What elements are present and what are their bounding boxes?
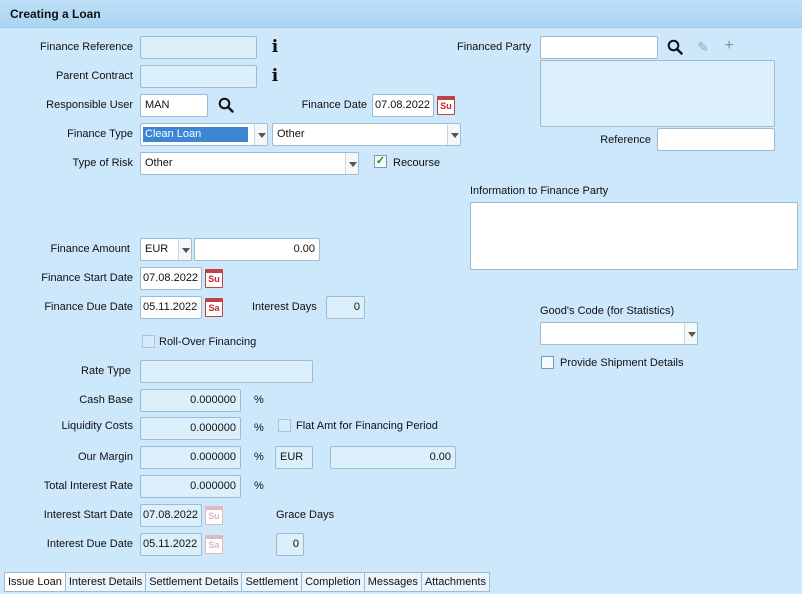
cash-base-unit: % bbox=[254, 394, 264, 406]
finance-date-label: Finance Date bbox=[301, 99, 367, 111]
finance-reference-input[interactable] bbox=[140, 36, 257, 59]
interest-due-date-label: Interest Due Date bbox=[46, 538, 133, 550]
interest-due-date-input[interactable]: 05.11.2022 bbox=[140, 533, 202, 556]
finance-due-date-input[interactable]: 05.11.2022 bbox=[140, 296, 202, 319]
finance-reference-label: Finance Reference bbox=[40, 41, 133, 53]
tab-settlement[interactable]: Settlement bbox=[242, 572, 303, 592]
total-interest-rate-input[interactable]: 0.000000 bbox=[140, 475, 241, 498]
our-margin-amount[interactable]: 0.00 bbox=[330, 446, 456, 469]
type-of-risk-select[interactable]: Other bbox=[140, 152, 359, 175]
total-interest-rate-unit: % bbox=[254, 480, 264, 492]
parent-contract-label: Parent Contract bbox=[55, 70, 133, 82]
liquidity-costs-unit: % bbox=[254, 422, 264, 434]
chevron-down-icon[interactable] bbox=[684, 323, 697, 344]
finance-currency-value: EUR bbox=[145, 243, 169, 255]
chevron-down-icon[interactable] bbox=[447, 124, 460, 145]
calendar-icon: Su bbox=[205, 506, 223, 525]
type-of-risk-value: Other bbox=[145, 157, 173, 169]
flat-amount-label: Flat Amt for Financing Period bbox=[296, 420, 438, 432]
finance-start-date-label: Finance Start Date bbox=[41, 272, 133, 284]
financed-party-address[interactable] bbox=[540, 60, 775, 127]
finance-start-date-input[interactable]: 07.08.2022 bbox=[140, 267, 202, 290]
recourse-label: Recourse bbox=[393, 157, 441, 169]
shipment-details-checkbox[interactable] bbox=[541, 356, 554, 369]
finance-type-select[interactable]: Clean Loan bbox=[140, 123, 268, 146]
pencil-icon[interactable]: ✎ bbox=[694, 37, 712, 57]
type-of-risk-label: Type of Risk bbox=[72, 157, 133, 169]
grace-days-input[interactable]: 0 bbox=[276, 533, 304, 556]
info-to-party-textarea[interactable] bbox=[470, 202, 798, 270]
tab-messages[interactable]: Messages bbox=[364, 572, 422, 592]
parent-contract-input[interactable] bbox=[140, 65, 257, 88]
finance-subtype-select[interactable]: Other bbox=[272, 123, 461, 146]
finance-type-selected-text: Clean Loan bbox=[143, 127, 248, 142]
our-margin-label: Our Margin bbox=[77, 451, 133, 463]
chevron-down-icon[interactable] bbox=[345, 153, 358, 174]
tab-interest-details[interactable]: Interest Details bbox=[65, 572, 147, 592]
roll-over-checkbox[interactable] bbox=[142, 335, 155, 348]
interest-days-input[interactable]: 0 bbox=[326, 296, 365, 319]
rate-type-label: Rate Type bbox=[81, 365, 131, 377]
shipment-details-label: Provide Shipment Details bbox=[560, 357, 684, 369]
total-interest-rate-label: Total Interest Rate bbox=[43, 480, 133, 492]
interest-start-date-input[interactable]: 07.08.2022 bbox=[140, 504, 202, 527]
finance-currency-select[interactable]: EUR bbox=[140, 238, 192, 261]
calendar-icon[interactable]: Su bbox=[437, 96, 455, 115]
roll-over-label: Roll-Over Financing bbox=[159, 336, 257, 348]
window-title: Creating a Loan bbox=[0, 0, 802, 28]
financed-party-label: Financed Party bbox=[457, 41, 531, 53]
our-margin-unit: % bbox=[254, 451, 264, 463]
liquidity-costs-input[interactable]: 0.000000 bbox=[140, 417, 241, 440]
calendar-icon[interactable]: Su bbox=[205, 269, 223, 288]
cash-base-label: Cash Base bbox=[79, 394, 133, 406]
our-margin-currency[interactable]: EUR bbox=[275, 446, 313, 469]
cash-base-input[interactable]: 0.000000 bbox=[140, 389, 241, 412]
plus-icon[interactable]: + bbox=[720, 36, 738, 56]
finance-subtype-value: Other bbox=[277, 128, 305, 140]
finance-due-date-label: Finance Due Date bbox=[44, 301, 133, 313]
interest-start-date-label: Interest Start Date bbox=[43, 509, 133, 521]
responsible-user-label: Responsible User bbox=[46, 99, 133, 111]
calendar-icon: Sa bbox=[205, 535, 223, 554]
grace-days-label: Grace Days bbox=[276, 509, 335, 521]
our-margin-input[interactable]: 0.000000 bbox=[140, 446, 241, 469]
finance-amount-input[interactable]: 0.00 bbox=[194, 238, 320, 261]
finance-type-label: Finance Type bbox=[67, 128, 133, 140]
finance-date-input[interactable]: 07.08.2022 bbox=[372, 94, 434, 117]
tab-settlement-details[interactable]: Settlement Details bbox=[146, 572, 243, 592]
search-icon[interactable] bbox=[216, 95, 236, 115]
chevron-down-icon[interactable] bbox=[178, 239, 191, 260]
chevron-down-icon[interactable] bbox=[254, 124, 267, 145]
recourse-checkbox[interactable]: ✓ bbox=[374, 155, 387, 168]
financed-party-input[interactable] bbox=[540, 36, 658, 59]
responsible-user-input[interactable]: MAN bbox=[140, 94, 208, 117]
tab-issue-loan[interactable]: Issue Loan bbox=[4, 572, 66, 592]
tab-bar: Issue Loan Interest Details Settlement D… bbox=[4, 572, 490, 592]
reference-input[interactable] bbox=[657, 128, 775, 151]
finance-amount-label: Finance Amount bbox=[50, 243, 131, 255]
info-to-party-label: Information to Finance Party bbox=[470, 185, 609, 197]
info-icon[interactable]: i bbox=[268, 66, 282, 86]
interest-days-label: Interest Days bbox=[252, 301, 317, 313]
goods-code-label: Good's Code (for Statistics) bbox=[540, 305, 675, 317]
rate-type-input[interactable] bbox=[140, 360, 313, 383]
tab-attachments[interactable]: Attachments bbox=[421, 572, 490, 592]
liquidity-costs-label: Liquidity Costs bbox=[61, 420, 133, 432]
info-icon[interactable]: i bbox=[268, 37, 282, 57]
goods-code-select[interactable] bbox=[540, 322, 698, 345]
tab-completion[interactable]: Completion bbox=[302, 572, 365, 592]
reference-label: Reference bbox=[600, 134, 651, 146]
flat-amount-checkbox[interactable] bbox=[278, 419, 291, 432]
search-icon[interactable] bbox=[665, 37, 685, 57]
calendar-icon[interactable]: Sa bbox=[205, 298, 223, 317]
